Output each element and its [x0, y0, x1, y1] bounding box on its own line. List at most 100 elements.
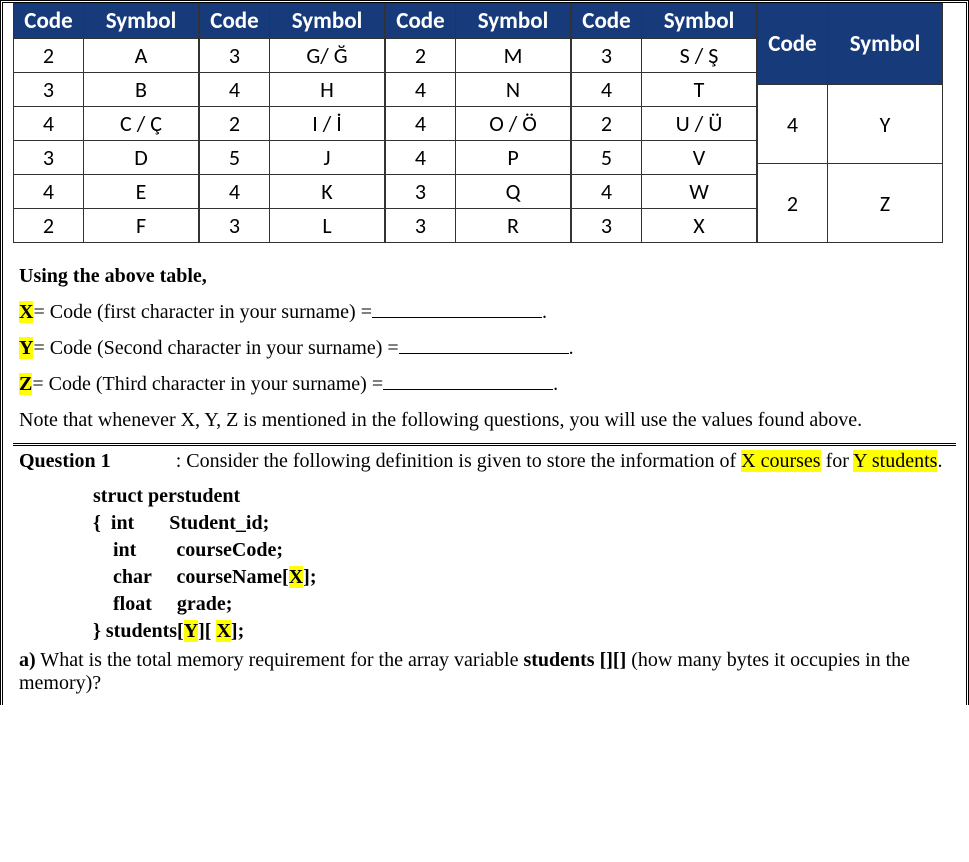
- cell-code: 2: [14, 39, 84, 73]
- cell-symbol: P: [456, 141, 571, 175]
- cell-code: 3: [200, 39, 270, 73]
- code-symbol-table: CodeSymbol 2A 3B 4C / Ç 3D 4E 2F CodeSym…: [13, 3, 956, 243]
- x-var-struct: X: [289, 566, 303, 588]
- struct-line: } students[: [93, 620, 184, 642]
- cell-symbol: S / Ş: [642, 39, 757, 73]
- cell-code: 4: [14, 175, 84, 209]
- cell-symbol: X: [642, 209, 757, 243]
- cell-code: 3: [200, 209, 270, 243]
- table-col-4: CodeSymbol 3S / Ş 4T 2U / Ü 5V 4W 3X: [571, 3, 757, 243]
- z-definition: Z= Code (Third character in your surname…: [13, 369, 956, 399]
- cell-symbol: D: [84, 141, 199, 175]
- cell-code: 3: [14, 141, 84, 175]
- cell-symbol: B: [84, 73, 199, 107]
- cell-symbol: Z: [828, 164, 943, 243]
- cell-code: 4: [386, 107, 456, 141]
- cell-symbol: G/ Ğ: [270, 39, 385, 73]
- x-var-struct-2: X: [216, 620, 230, 642]
- struct-line: char courseName[: [93, 566, 289, 588]
- x-text: = Code (first character in your surname)…: [33, 301, 372, 323]
- th-code: Code: [758, 4, 828, 85]
- cell-symbol: O / Ö: [456, 107, 571, 141]
- cell-symbol: L: [270, 209, 385, 243]
- cell-symbol: I / İ: [270, 107, 385, 141]
- z-var: Z: [19, 373, 32, 395]
- x-definition: X= Code (first character in your surname…: [13, 297, 956, 327]
- using-above-table: Using the above table,: [13, 261, 956, 291]
- struct-line: ];: [303, 566, 316, 588]
- y-text: = Code (Second character in your surname…: [33, 337, 398, 359]
- struct-line: { int Student_id;: [93, 512, 269, 534]
- cell-code: 3: [572, 209, 642, 243]
- cell-symbol: K: [270, 175, 385, 209]
- th-symbol: Symbol: [84, 4, 199, 39]
- question-text: : Consider the following definition is g…: [176, 450, 741, 472]
- blank-line: [383, 369, 553, 390]
- cell-code: 4: [386, 73, 456, 107]
- cell-symbol: H: [270, 73, 385, 107]
- x-courses: X courses: [741, 450, 820, 472]
- struct-line: int courseCode;: [93, 539, 283, 561]
- th-code: Code: [386, 4, 456, 39]
- dot: .: [569, 337, 574, 359]
- cell-code: 4: [14, 107, 84, 141]
- question-label: Question 1: [19, 450, 111, 472]
- cell-code: 2: [200, 107, 270, 141]
- parta-bold: students [][]: [523, 649, 626, 671]
- th-symbol: Symbol: [828, 4, 943, 85]
- y-definition: Y= Code (Second character in your surnam…: [13, 333, 956, 363]
- dot: .: [553, 373, 558, 395]
- y-var-struct: Y: [184, 620, 198, 642]
- cell-symbol: E: [84, 175, 199, 209]
- th-symbol: Symbol: [642, 4, 757, 39]
- table-col-2: CodeSymbol 3G/ Ğ 4H 2I / İ 5J 4K 3L: [199, 3, 385, 243]
- cell-code: 4: [572, 73, 642, 107]
- cell-code: 5: [572, 141, 642, 175]
- cell-symbol: A: [84, 39, 199, 73]
- cell-code: 3: [572, 39, 642, 73]
- x-var: X: [19, 301, 33, 323]
- th-symbol: Symbol: [270, 4, 385, 39]
- cell-code: 2: [572, 107, 642, 141]
- struct-line: struct perstudent: [93, 485, 240, 507]
- th-code: Code: [14, 4, 84, 39]
- dot: .: [542, 301, 547, 323]
- cell-code: 3: [14, 73, 84, 107]
- table-col-5: CodeSymbol 4Y 2Z: [757, 3, 943, 243]
- cell-code: 2: [758, 164, 828, 243]
- th-code: Code: [200, 4, 270, 39]
- cell-symbol: T: [642, 73, 757, 107]
- question-1a: a) What is the total memory requirement …: [13, 649, 956, 695]
- cell-symbol: U / Ü: [642, 107, 757, 141]
- table-col-3: CodeSymbol 2M 4N 4O / Ö 4P 3Q 3R: [385, 3, 571, 243]
- z-text: = Code (Third character in your surname)…: [32, 373, 383, 395]
- blank-line: [372, 297, 542, 318]
- struct-line: float grade;: [93, 593, 232, 615]
- cell-symbol: J: [270, 141, 385, 175]
- cell-symbol: N: [456, 73, 571, 107]
- document-page: CodeSymbol 2A 3B 4C / Ç 3D 4E 2F CodeSym…: [0, 0, 969, 705]
- cell-symbol: V: [642, 141, 757, 175]
- end-dot: .: [937, 450, 942, 472]
- parta-label: a): [19, 649, 36, 671]
- cell-symbol: M: [456, 39, 571, 73]
- cell-code: 4: [758, 85, 828, 164]
- struct-line: ][: [198, 620, 216, 642]
- cell-code: 5: [200, 141, 270, 175]
- th-symbol: Symbol: [456, 4, 571, 39]
- divider: [13, 443, 956, 446]
- for-text: for: [821, 450, 854, 472]
- cell-code: 4: [572, 175, 642, 209]
- blank-line: [399, 333, 569, 354]
- table-col-1: CodeSymbol 2A 3B 4C / Ç 3D 4E 2F: [13, 3, 199, 243]
- note-text: Note that whenever X, Y, Z is mentioned …: [13, 405, 956, 435]
- struct-definition: struct perstudent { int Student_id; int …: [13, 483, 956, 645]
- y-var: Y: [19, 337, 33, 359]
- question-1: Question 1 : Consider the following defi…: [13, 450, 956, 473]
- cell-code: 3: [386, 209, 456, 243]
- cell-code: 4: [200, 73, 270, 107]
- cell-symbol: Q: [456, 175, 571, 209]
- th-code: Code: [572, 4, 642, 39]
- cell-code: 3: [386, 175, 456, 209]
- struct-line: ];: [231, 620, 244, 642]
